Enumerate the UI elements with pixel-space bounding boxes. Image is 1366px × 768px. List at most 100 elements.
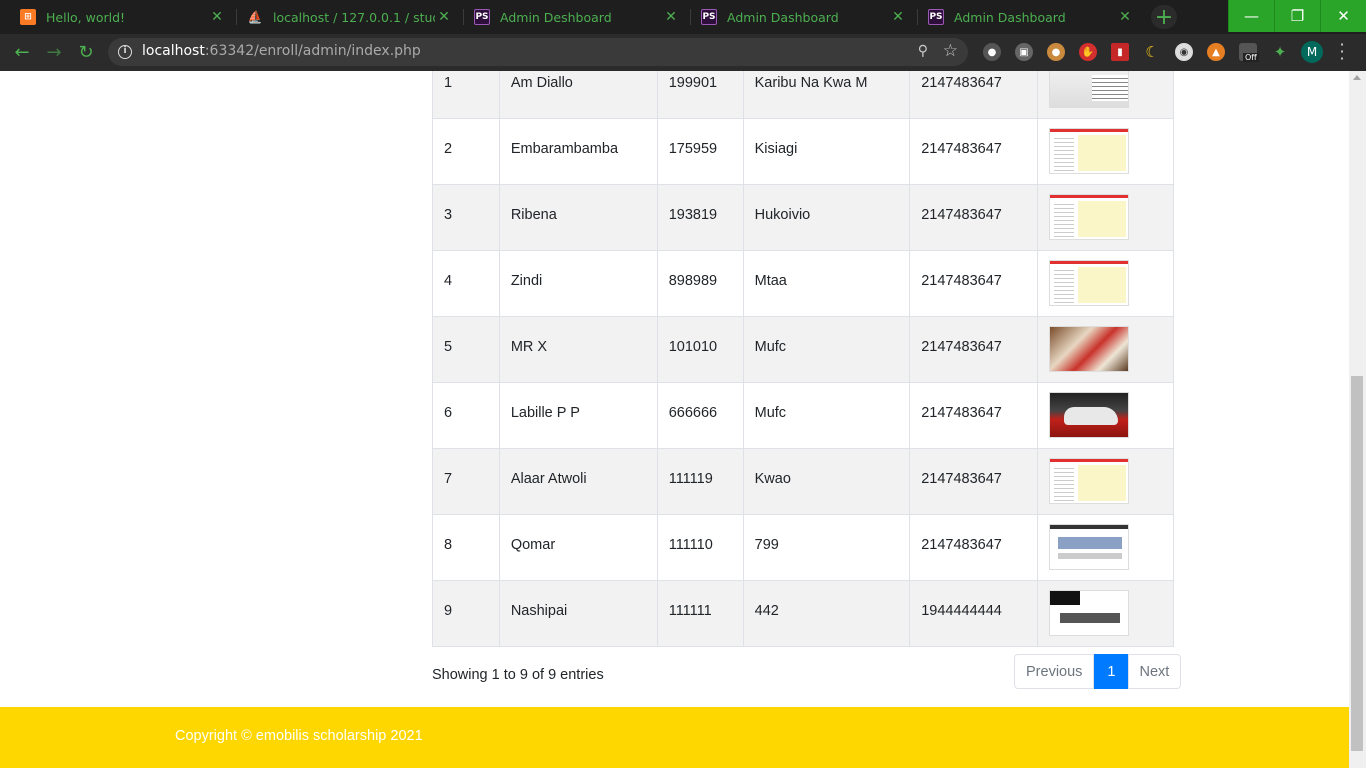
next-page-button[interactable]: Next <box>1127 654 1182 689</box>
table-row: 6 Labille P P 666666 Mufc 2147483647 <box>432 382 1174 449</box>
tab-bar: ⊞ Hello, world! ✕ ⛵ localhost / 127.0.0.… <box>0 0 1366 34</box>
reload-button[interactable]: ↻ <box>73 40 99 64</box>
close-icon[interactable]: ✕ <box>208 9 226 25</box>
table-row: 7 Alaar Atwoli 111119 Kwao 2147483647 <box>432 448 1174 515</box>
students-table-body: 1 Am Diallo 199901 Karibu Na Kwa M 214748364… <box>432 71 1174 647</box>
tab-title: Admin Dashboard <box>727 9 839 25</box>
photo-thumbnail[interactable] <box>1049 392 1130 438</box>
id-cell: 898989 <box>656 250 744 317</box>
info-icon[interactable]: i <box>118 45 132 59</box>
tab-title: Hello, world! <box>46 9 126 25</box>
location-cell: Mtaa <box>742 250 911 317</box>
phone-cell: 2147483647 <box>909 184 1039 251</box>
close-icon[interactable]: ✕ <box>889 9 907 25</box>
back-button[interactable]: ← <box>9 40 35 64</box>
photo-thumbnail[interactable] <box>1049 326 1130 372</box>
location-cell: Hukoivio <box>742 184 911 251</box>
table-row: 4 Zindi 898989 Mtaa 2147483647 <box>432 250 1174 317</box>
location-cell: Mufc <box>742 382 911 449</box>
id-cell: 199901 <box>656 71 744 119</box>
students-table: 1 Am Diallo 199901 Karibu Na Kwa M 214748364… <box>432 71 1174 647</box>
tab-admin-deshboard[interactable]: PS Admin Deshboard ✕ <box>464 0 690 34</box>
tab-title: Admin Deshboard <box>500 9 612 25</box>
tab-admin-dashboard-1[interactable]: PS Admin Dashboard ✕ <box>691 0 917 34</box>
url-text[interactable]: localhost:63342/enroll/admin/index.php <box>142 43 421 59</box>
photo-cell <box>1037 514 1174 581</box>
profile-avatar[interactable]: M <box>1301 41 1323 63</box>
phone-cell: 2147483647 <box>909 250 1039 317</box>
extension-camera-icon[interactable]: ▣ <box>1015 43 1033 61</box>
photo-thumbnail[interactable] <box>1049 194 1130 240</box>
extension-moon-icon[interactable]: ☾ <box>1143 43 1161 61</box>
location-cell: Mufc <box>742 316 911 383</box>
new-tab-button[interactable]: + <box>1151 5 1177 30</box>
photo-thumbnail[interactable] <box>1049 128 1130 174</box>
vertical-scrollbar[interactable] <box>1349 71 1366 768</box>
phpmyadmin-icon: ⛵ <box>247 10 263 24</box>
zoom-icon[interactable]: ⚲ <box>918 43 928 59</box>
extension-toggle-icon[interactable]: Off <box>1239 43 1259 62</box>
scroll-up-arrow-icon[interactable] <box>1353 75 1361 80</box>
scrollbar-thumb[interactable] <box>1351 376 1363 751</box>
location-cell: Karibu Na Kwa M <box>742 71 911 119</box>
photo-cell <box>1037 580 1174 647</box>
name-cell: Labille P P <box>498 382 658 449</box>
name-cell: Zindi <box>498 250 658 317</box>
extension-book-icon[interactable]: ▮ <box>1111 43 1129 61</box>
id-cell: 111111 <box>656 580 744 647</box>
phpstorm-icon: PS <box>474 9 490 25</box>
row-number-cell: 5 <box>432 316 500 383</box>
tab-admin-dashboard-2[interactable]: PS Admin Dashboard ✕ <box>918 0 1144 34</box>
photo-thumbnail[interactable] <box>1049 458 1130 504</box>
photo-thumbnail[interactable] <box>1049 524 1130 570</box>
extension-badge: Off <box>1243 53 1259 62</box>
name-cell: MR X <box>498 316 658 383</box>
close-icon[interactable]: ✕ <box>1116 9 1134 25</box>
minimize-button[interactable]: — <box>1228 0 1274 32</box>
extensions-puzzle-icon[interactable]: ✦ <box>1271 43 1289 61</box>
browser-menu-icon[interactable]: · · · <box>1336 37 1348 67</box>
id-cell: 666666 <box>656 382 744 449</box>
tab-hello-world[interactable]: ⊞ Hello, world! ✕ <box>0 0 236 34</box>
table-row: 8 Qomar 111110 799 2147483647 <box>432 514 1174 581</box>
photo-cell <box>1037 71 1174 119</box>
photo-cell <box>1037 184 1174 251</box>
photo-thumbnail[interactable] <box>1049 71 1130 108</box>
id-cell: 111110 <box>656 514 744 581</box>
tab-phpmyadmin[interactable]: ⛵ localhost / 127.0.0.1 / student ✕ <box>237 0 463 34</box>
forward-button[interactable]: → <box>41 40 67 64</box>
location-cell: 799 <box>742 514 911 581</box>
phone-cell: 2147483647 <box>909 382 1039 449</box>
extension-bulb-icon[interactable]: ● <box>983 43 1001 61</box>
close-icon[interactable]: ✕ <box>662 9 680 25</box>
xampp-icon: ⊞ <box>20 9 36 25</box>
address-bar[interactable]: i localhost:63342/enroll/admin/index.php… <box>108 38 968 66</box>
close-window-button[interactable]: ✕ <box>1320 0 1366 32</box>
table-row: 2 Embarambamba 175959 Kisiagi 2147483647 <box>432 118 1174 185</box>
location-cell: 442 <box>742 580 911 647</box>
extension-hand-icon[interactable]: ✋ <box>1079 43 1097 61</box>
extension-cookie-icon[interactable]: ● <box>1047 43 1065 61</box>
phone-cell: 2147483647 <box>909 71 1039 119</box>
phone-cell: 2147483647 <box>909 514 1039 581</box>
photo-cell <box>1037 250 1174 317</box>
extension-fox-icon[interactable]: ▲ <box>1207 43 1225 61</box>
previous-page-button[interactable]: Previous <box>1014 654 1095 689</box>
name-cell: Ribena <box>498 184 658 251</box>
extension-circle-icon[interactable]: ◉ <box>1175 43 1193 61</box>
close-icon[interactable]: ✕ <box>435 9 453 25</box>
footer-copyright: Copyright © emobilis scholarship 2021 <box>175 728 423 744</box>
photo-thumbnail[interactable] <box>1049 260 1130 306</box>
page-viewport: 1 Am Diallo 199901 Karibu Na Kwa M 214748364… <box>0 71 1349 768</box>
photo-cell <box>1037 118 1174 185</box>
page-1-button[interactable]: 1 <box>1094 654 1129 689</box>
bookmark-star-icon[interactable]: ☆ <box>943 41 958 61</box>
footer: Copyright © emobilis scholarship 2021 <box>0 707 1349 768</box>
photo-thumbnail[interactable] <box>1049 590 1130 636</box>
table-row: 5 MR X 101010 Mufc 2147483647 <box>432 316 1174 383</box>
location-cell: Kisiagi <box>742 118 911 185</box>
tab-title: localhost / 127.0.0.1 / student <box>273 9 435 25</box>
restore-button[interactable]: ❐ <box>1274 0 1320 32</box>
table-row: 3 Ribena 193819 Hukoivio 2147483647 <box>432 184 1174 251</box>
id-cell: 193819 <box>656 184 744 251</box>
